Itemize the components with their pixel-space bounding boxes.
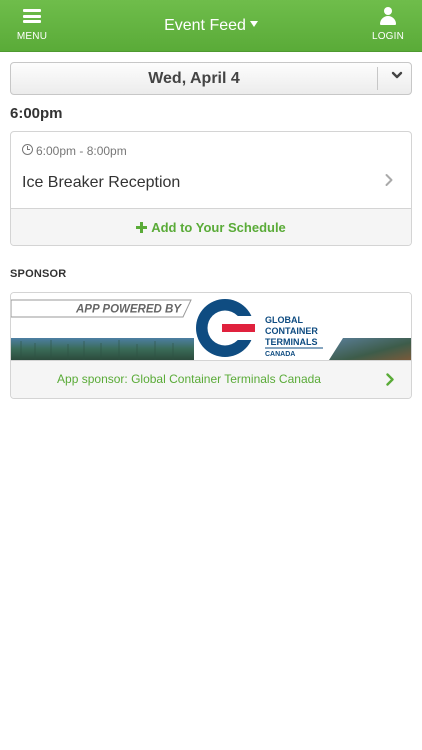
- event-time-range: 6:00pm - 8:00pm: [36, 144, 127, 158]
- login-button[interactable]: LOGIN: [368, 6, 408, 46]
- chevron-right-icon: [385, 174, 393, 186]
- sponsor-link-row[interactable]: App sponsor: Global Container Terminals …: [11, 360, 411, 398]
- logo-line-1: GLOBAL: [265, 315, 303, 325]
- event-title: Ice Breaker Reception: [22, 174, 181, 191]
- event-row[interactable]: 6:00pm - 8:00pm Ice Breaker Reception: [11, 132, 411, 208]
- menu-button[interactable]: MENU: [10, 6, 54, 46]
- chevron-right-icon: [386, 373, 394, 386]
- logo-line-2: CONTAINER: [265, 326, 318, 336]
- menu-label: MENU: [16, 31, 48, 42]
- sponsor-card: APP POWERED BY GLOBAL CONTAINER TERMINAL…: [10, 292, 412, 399]
- logo-line-3: TERMINALS: [265, 337, 318, 347]
- add-to-schedule-button[interactable]: Add to Your Schedule: [11, 208, 411, 245]
- date-selector[interactable]: Wed, April 4: [10, 62, 412, 95]
- banner-tagline: APP POWERED BY: [75, 304, 182, 316]
- page-title: Event Feed: [164, 17, 246, 34]
- sponsor-link[interactable]: App sponsor: Global Container Terminals …: [11, 361, 367, 398]
- logo-line-4: CANADA: [265, 351, 295, 358]
- date-selector-divider: [377, 67, 378, 90]
- clock-icon: [22, 144, 33, 155]
- login-label: LOGIN: [371, 31, 405, 42]
- caret-down-icon: [249, 21, 258, 28]
- time-slot-heading: 6:00pm: [10, 105, 63, 122]
- event-card: 6:00pm - 8:00pm Ice Breaker Reception Ad…: [10, 131, 412, 246]
- plus-icon: [136, 222, 148, 233]
- top-nav-bar: MENU Event Feed LOGIN: [0, 0, 422, 52]
- hamburger-icon: [23, 9, 41, 23]
- user-icon: [380, 7, 396, 25]
- sponsor-heading: SPONSOR: [10, 268, 67, 280]
- chevron-down-icon[interactable]: [391, 69, 403, 81]
- event-feed-dropdown[interactable]: Event Feed: [130, 0, 292, 52]
- sponsor-banner[interactable]: APP POWERED BY GLOBAL CONTAINER TERMINAL…: [11, 293, 411, 360]
- add-to-schedule-label: Add to Your Schedule: [151, 220, 286, 235]
- selected-date: Wed, April 4: [148, 70, 240, 87]
